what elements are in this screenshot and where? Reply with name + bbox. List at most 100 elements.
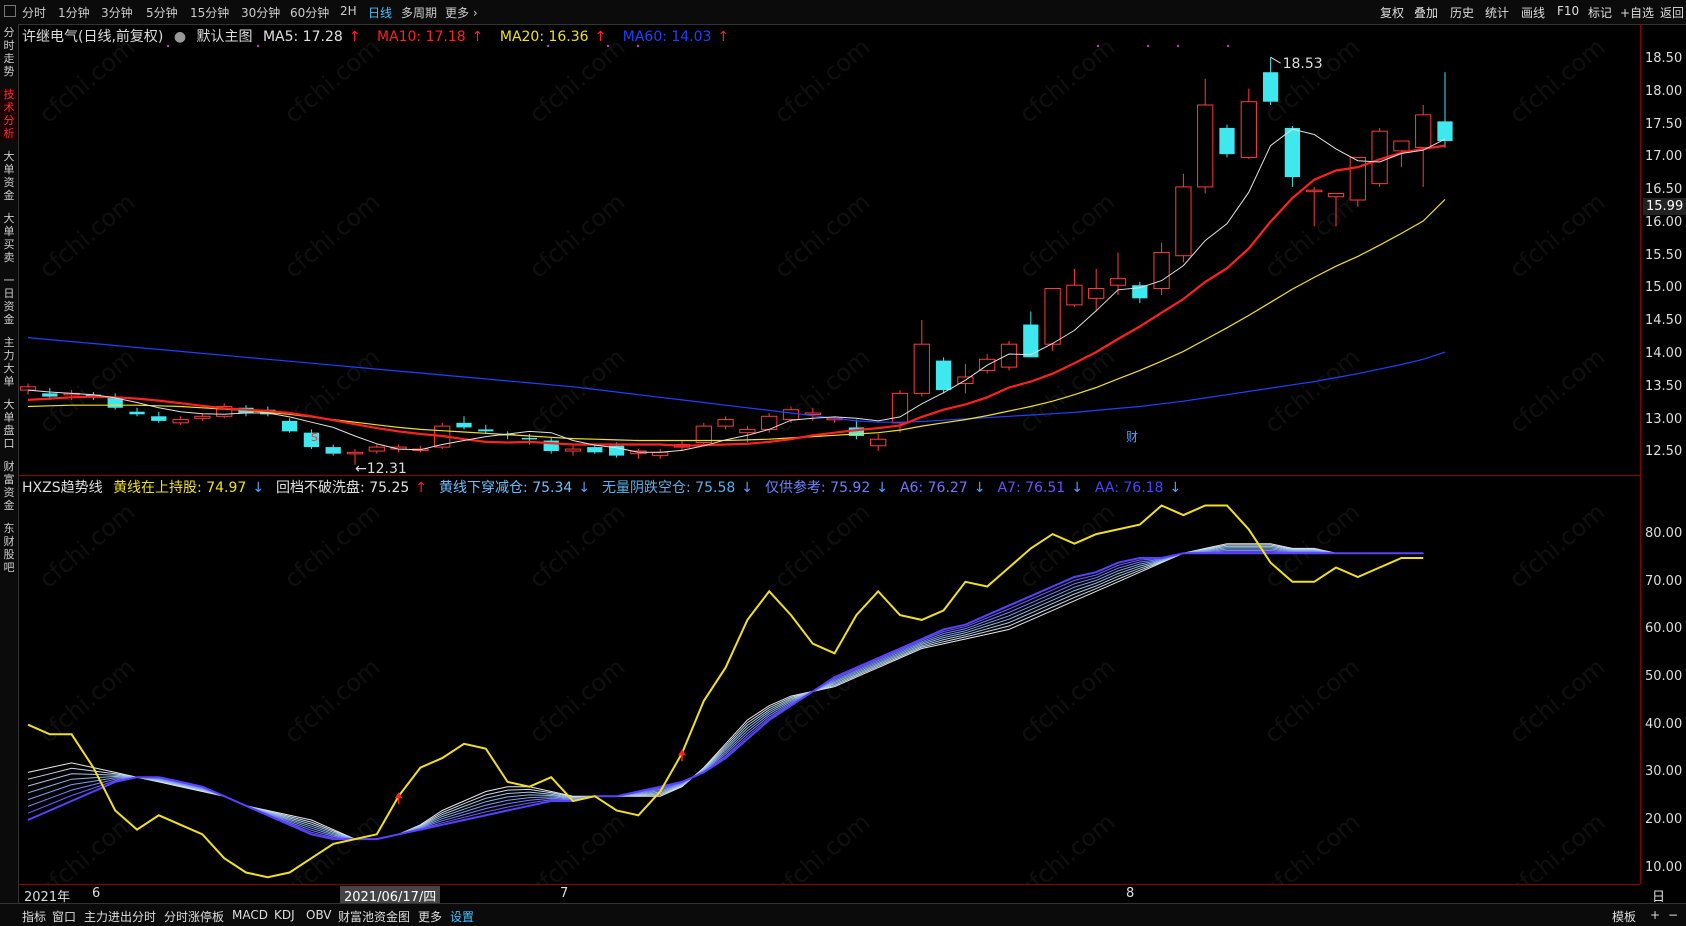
watermark-text: cfchi.com [34, 498, 141, 594]
indicator-line-4 [27, 547, 1424, 840]
down-arrow-icon: ↓ [578, 480, 591, 496]
chart-area[interactable]: cfchi.com cfchi.com cfchi.com cfchi.com cfch… [18, 24, 1640, 884]
ma10-legend: MA10: 17.18 ↑ [377, 29, 489, 45]
tab-big-order-book[interactable]: 大单盘口 [0, 398, 18, 450]
watermark-text: cfchi.com [1504, 498, 1611, 594]
watermark-text: cfchi.com [1504, 33, 1611, 129]
period-3min[interactable]: 3分钟 [101, 4, 133, 21]
down-arrow-icon: ↓ [876, 480, 888, 496]
tab-main-big-order[interactable]: 主力大单 [0, 336, 18, 388]
ma5-line [27, 128, 1446, 453]
candle-body [325, 447, 341, 454]
toolbar-checkbox[interactable] [4, 5, 16, 17]
back-button[interactable]: 返回 [1660, 4, 1684, 21]
indicator-legend-1: 黄线在上持股: 74.97 ↓ [113, 480, 270, 496]
watermark-text: cfchi.com [524, 653, 631, 749]
history-button[interactable]: 历史 [1450, 4, 1474, 21]
tab-fenshi[interactable]: 分时走势 [0, 26, 18, 78]
template-name[interactable]: 默认主图 [197, 29, 253, 45]
bottom-template[interactable]: 模板 [1612, 908, 1636, 925]
candle-body [521, 437, 538, 440]
down-arrow-icon: ↓ [252, 480, 265, 496]
candle-body [1306, 189, 1323, 193]
panel-divider [18, 475, 1640, 476]
bottom-limit-up[interactable]: 分时涨停板 [164, 908, 224, 925]
candle-body [782, 409, 800, 421]
tab-big-order-trade[interactable]: 大单买卖 [0, 212, 18, 264]
bottom-macd[interactable]: MACD [232, 908, 268, 922]
bottom-kdj[interactable]: KDJ [274, 908, 295, 922]
watermark-text: cfchi.com [524, 498, 631, 594]
indicator-legend-7: A7: 76.51 ↓ [997, 480, 1088, 496]
period-fenshi[interactable]: 分时 [22, 4, 46, 21]
restore-rights-button[interactable]: 复权 [1380, 4, 1404, 21]
bottom-main-flow[interactable]: 主力进出分时 [84, 908, 156, 925]
period-more-label: 更多 [445, 6, 470, 20]
period-multi[interactable]: 多周期 [401, 4, 437, 21]
stock-title[interactable]: 许继电气(日线,前复权) [22, 29, 163, 45]
period-more[interactable]: 更多 › [445, 4, 478, 21]
indicator-tick: 60.00 [1645, 621, 1683, 637]
current-price-badge: 15.99 [1643, 198, 1686, 215]
candle-body [913, 343, 930, 394]
draw-line-button[interactable]: 画线 [1521, 4, 1545, 21]
period-daily[interactable]: 日线 [368, 4, 392, 21]
watermark-text: cfchi.com [1259, 653, 1366, 749]
candle-body [1153, 251, 1170, 289]
bottom-obv[interactable]: OBV [306, 908, 332, 922]
indicator-line-5 [27, 548, 1424, 840]
main-price-chart: 18.53←12.31S 财 [19, 44, 1453, 477]
period-1min[interactable]: 1分钟 [58, 4, 90, 21]
tab-technical[interactable]: 技术分析 [0, 88, 18, 140]
f10-button[interactable]: F10 [1557, 4, 1579, 18]
candle-body [652, 451, 669, 457]
candle-body [891, 392, 909, 424]
tab-day-funds[interactable]: 一日资金 [0, 274, 18, 326]
candle-body [19, 386, 37, 391]
price-tick: 14.00 [1645, 346, 1683, 362]
ma5-label: MA5: 17.28 [262, 29, 343, 45]
candle-body [1349, 156, 1366, 201]
overlay-button[interactable]: 叠加 [1414, 4, 1438, 21]
settings-dot-icon[interactable]: ● [174, 29, 186, 45]
bottom-settings[interactable]: 设置 [450, 908, 474, 925]
candle-body [456, 422, 472, 428]
bottom-wealth-chart[interactable]: 财富池资金图 [338, 908, 410, 925]
tab-guba[interactable]: 东财股吧 [0, 522, 18, 574]
bottom-window[interactable]: 窗口 [52, 908, 76, 925]
watermark-text: cfchi.com [769, 33, 876, 129]
main-chart-header: 许继电气(日线,前复权) ● 默认主图 MA5: 17.28 ↑ MA10: 17… [22, 26, 741, 45]
tab-wealth-funds[interactable]: 财富资金 [0, 460, 18, 512]
date-axis: 2021年 6 2021/06/17/四 7 8 日线 [18, 884, 1665, 924]
down-arrow-icon: ↓ [741, 480, 753, 496]
period-5min[interactable]: 5分钟 [146, 4, 178, 21]
price-tick: 14.50 [1645, 313, 1683, 329]
indicator-chart [27, 504, 1424, 879]
add-watchlist-button[interactable]: +自选 [1620, 4, 1654, 21]
period-30min[interactable]: 30分钟 [241, 4, 280, 21]
candle-body [1327, 192, 1345, 198]
zoom-in-icon[interactable]: + [1650, 908, 1660, 922]
signal-dot [1096, 44, 1100, 48]
tab-big-order-funds[interactable]: 大单资金 [0, 150, 18, 202]
candle-body [368, 446, 385, 452]
watermark-text: cfchi.com [1504, 343, 1611, 439]
indicator-line-3 [27, 545, 1424, 840]
watermark-text: cfchi.com [34, 33, 141, 129]
indicator-name[interactable]: HXZS趋势线 [22, 480, 103, 496]
period-2h[interactable]: 2H [340, 4, 357, 18]
chevron-right-icon: › [472, 6, 478, 20]
mark-button[interactable]: 标记 [1588, 4, 1612, 21]
candle-body [1044, 287, 1061, 345]
watermark-text: cfchi.com [1259, 188, 1366, 284]
candle-body [346, 451, 364, 455]
candle-body [1284, 127, 1301, 178]
period-60min[interactable]: 60分钟 [290, 4, 329, 21]
down-arrow-icon: ↓ [973, 480, 986, 496]
zoom-out-icon[interactable]: − [1668, 908, 1678, 922]
period-15min[interactable]: 15分钟 [190, 4, 229, 21]
statistics-button[interactable]: 统计 [1485, 4, 1509, 21]
indicator-tick: 40.00 [1645, 716, 1683, 732]
bottom-more[interactable]: 更多 [418, 908, 442, 925]
bottom-indicator[interactable]: 指标 [22, 908, 46, 925]
